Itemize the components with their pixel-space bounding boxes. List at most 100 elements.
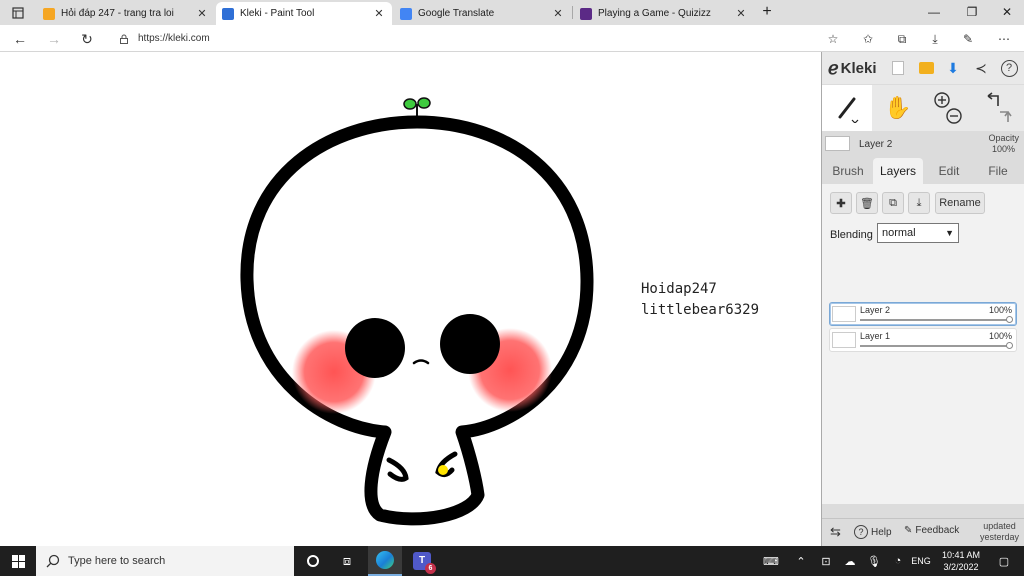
browser-tab-google-translate[interactable]: Google Translate ✕ [394, 2, 571, 25]
help-circle-icon: ? [854, 525, 868, 539]
tab-brush[interactable]: Brush [824, 158, 872, 184]
clock-time: 10:41 AM [941, 550, 981, 560]
browser-tab-quizizz[interactable]: Playing a Game - Quizizz ✕ [574, 2, 754, 25]
duplicate-layer-button[interactable]: ⧉ [882, 192, 904, 214]
meet-now-icon[interactable]: ⊡ [818, 553, 834, 569]
edge-taskbar-app[interactable] [368, 546, 402, 576]
clock-date: 3/2/2022 [943, 562, 979, 572]
merge-down-icon: ⤓ [916, 196, 922, 209]
merge-layer-button[interactable]: ⤓ [908, 192, 930, 214]
close-tab-icon[interactable]: ✕ [734, 7, 748, 20]
current-layer-name: Layer 2 [859, 139, 893, 150]
refresh-button[interactable]: ↻ [76, 28, 98, 50]
delete-layer-button[interactable]: 🗑 [856, 192, 878, 214]
cortana-button[interactable] [296, 546, 330, 576]
tab-file[interactable]: File [974, 158, 1022, 184]
layer-item-layer-2[interactable]: Layer 2 100% [829, 302, 1017, 326]
back-button[interactable]: ← [9, 28, 31, 50]
address-bar[interactable]: https://kleki.com [110, 27, 850, 50]
layer-name: Layer 2 [860, 305, 891, 315]
kleki-bottom-bar: ⇆ ? Help ✎ Feedback updated yesterday [822, 518, 1024, 546]
language-indicator[interactable]: ENG [910, 553, 932, 569]
brush-tool-button[interactable] [822, 85, 872, 131]
close-tab-icon[interactable]: ✕ [372, 7, 386, 20]
add-layer-button[interactable]: ✚ [830, 192, 852, 214]
onedrive-icon[interactable]: ☁ [842, 553, 858, 569]
downloads-icon[interactable]: ⤓ [925, 29, 945, 49]
more-options-icon[interactable]: ⋯ [994, 29, 1014, 49]
collections-icon[interactable]: ⧉ [892, 29, 912, 49]
opacity-value: 100% [991, 144, 1015, 154]
search-placeholder: Type here to search [68, 555, 166, 567]
browser-toolbar: ← → ↻ https://kleki.com ☆ ✩ ⧉ ⤓ ✎ ⋯ [0, 25, 1024, 52]
chevron-up-icon[interactable]: ⌃ [793, 553, 809, 569]
watermark-line-2: littlebear6329 [641, 302, 760, 318]
blending-value: normal [882, 227, 916, 239]
new-tab-button[interactable]: + [757, 2, 777, 23]
updated-note[interactable]: updated yesterday [980, 521, 1019, 543]
tab-actions-button[interactable] [0, 0, 36, 25]
tab-edit[interactable]: Edit [925, 158, 973, 184]
layer-opacity: 100% [988, 305, 1012, 315]
teams-taskbar-app[interactable]: T 6 [405, 546, 439, 576]
keyboard-icon[interactable]: ⌨ [763, 553, 779, 569]
share-icon[interactable]: ≺ [971, 58, 991, 78]
undo-redo-icon [987, 92, 1012, 122]
slider-knob[interactable] [1006, 316, 1013, 323]
hand-tool-button[interactable]: ✋ [874, 85, 922, 131]
edge-icon [376, 551, 394, 569]
browser-tab-kleki[interactable]: Kleki - Paint Tool ✕ [216, 2, 392, 25]
add-favorite-icon[interactable]: ☆ [823, 29, 843, 49]
notifications-icon[interactable]: ▢ [996, 553, 1012, 569]
tab-title: Hỏi đáp 247 - trang tra loi [61, 8, 174, 19]
web-capture-icon[interactable]: ✎ [958, 29, 978, 49]
brush-icon [838, 97, 859, 123]
yellow-dot [438, 465, 448, 475]
feedback-button[interactable]: ✎ Feedback [904, 525, 959, 536]
task-view-button[interactable]: ⧈ [330, 546, 364, 576]
rename-layer-button[interactable]: Rename [935, 192, 985, 214]
undo-redo-buttons[interactable] [974, 85, 1022, 131]
swap-icon[interactable]: ⇆ [830, 524, 841, 540]
kleki-logo-icon: ℯ [828, 58, 839, 78]
slider-knob[interactable] [1006, 342, 1013, 349]
duplicate-icon: ⧉ [889, 196, 897, 209]
drawing-canvas[interactable]: Hoidap247 littlebear6329 [0, 52, 821, 546]
new-image-icon[interactable] [888, 58, 908, 78]
tool-row: ✋ [822, 85, 1024, 131]
close-window-button[interactable]: ✕ [989, 0, 1024, 25]
minimize-button[interactable]: — [916, 0, 952, 25]
microphone-icon[interactable]: 🎙 [866, 553, 882, 569]
close-tab-icon[interactable]: ✕ [195, 7, 209, 20]
brand-name: Kleki [840, 60, 877, 77]
restore-button[interactable]: ❐ [954, 0, 990, 25]
updated-line-1: updated [983, 521, 1016, 531]
browser-tab-hoidap[interactable]: Hỏi đáp 247 - trang tra loi ✕ [37, 2, 215, 25]
blending-select[interactable]: normal ▼ [877, 223, 959, 243]
plus-icon: ✚ [836, 197, 846, 210]
layer-opacity-slider[interactable] [860, 316, 1013, 323]
start-button[interactable] [0, 546, 36, 576]
help-circle-icon[interactable]: ? [999, 58, 1019, 78]
windows-taskbar: Type here to search ⧈ T 6 ⌨ ⌃ ⊡ ☁ 🎙 ◔ EN… [0, 546, 1024, 576]
zoom-buttons[interactable] [926, 85, 970, 131]
layer-opacity-slider[interactable] [860, 342, 1013, 349]
download-icon[interactable]: ⬇ [943, 58, 963, 78]
tab-actions-icon [12, 6, 24, 19]
taskbar-search-box[interactable]: Type here to search [36, 546, 294, 576]
help-label: Help [871, 526, 892, 538]
help-button[interactable]: ? Help [854, 525, 892, 539]
left-eye [345, 318, 405, 378]
layer-item-layer-1[interactable]: Layer 1 100% [829, 328, 1017, 352]
open-folder-icon[interactable] [916, 58, 936, 78]
favorites-icon[interactable]: ✩ [858, 29, 878, 49]
kleki-logo[interactable]: ℯ Kleki [828, 58, 877, 79]
opacity-label: Opacity [988, 133, 1019, 143]
hoidap-favicon-icon [43, 7, 55, 20]
zoom-in-out-icon [934, 92, 962, 124]
close-tab-icon[interactable]: ✕ [551, 7, 565, 20]
system-clock[interactable]: 10:41 AM 3/2/2022 [936, 549, 986, 573]
tab-layers[interactable]: Layers [873, 158, 923, 184]
forward-button[interactable]: → [43, 28, 65, 50]
wifi-icon[interactable]: ◔ [890, 553, 906, 569]
